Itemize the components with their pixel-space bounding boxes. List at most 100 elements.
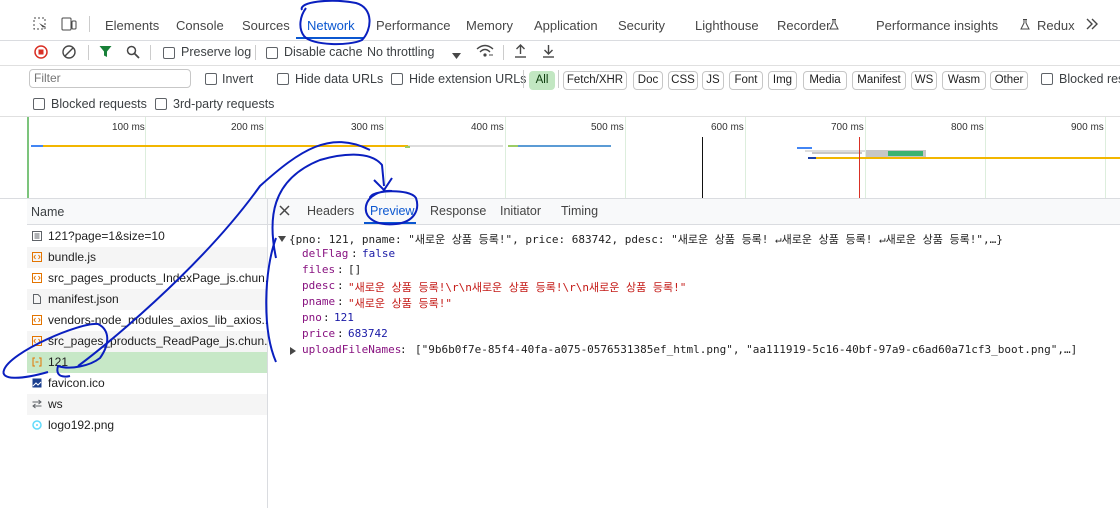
- import-har-icon[interactable]: [514, 44, 527, 58]
- type-filter-css[interactable]: CSS: [668, 71, 698, 90]
- filter-icon[interactable]: [99, 45, 112, 58]
- tab-memory[interactable]: Memory: [466, 18, 513, 33]
- collapsed-triangle-icon[interactable]: [290, 345, 296, 355]
- tab-network[interactable]: Network: [307, 18, 355, 33]
- request-row[interactable]: favicon.ico: [27, 373, 267, 394]
- type-filter-fetch-xhr[interactable]: Fetch/XHR: [563, 71, 627, 90]
- file-icon: [32, 294, 42, 304]
- toolbar-separator: [150, 45, 151, 60]
- filter-input[interactable]: Filter: [29, 69, 191, 88]
- json-key[interactable]: uploadFileNames: [302, 343, 401, 356]
- tab-redux[interactable]: Redux: [1037, 18, 1075, 33]
- timeline-request-bar: [518, 145, 611, 147]
- throttling-select[interactable]: No throttling: [367, 45, 434, 59]
- timeline-request-bar: [408, 145, 503, 147]
- type-filter-all[interactable]: All: [529, 71, 555, 90]
- json-key: pname: [302, 295, 336, 308]
- request-row[interactable]: vendors-node_modules_axios_lib_axios...: [27, 310, 267, 331]
- request-name: 121: [48, 355, 69, 369]
- script-icon: [32, 273, 42, 283]
- timeline-gridline: [745, 117, 746, 198]
- inspect-element-icon[interactable]: [33, 17, 47, 31]
- toolbar-separator: [503, 45, 504, 60]
- tab-headers[interactable]: Headers: [307, 204, 354, 218]
- request-name: manifest.json: [48, 292, 119, 306]
- hide-data-urls-checkbox[interactable]: [277, 73, 289, 85]
- tab-performance[interactable]: Performance: [376, 18, 450, 33]
- tab-performance-insights[interactable]: Performance insights: [876, 18, 998, 33]
- hide-extension-urls-checkbox[interactable]: [391, 73, 403, 85]
- tab-application[interactable]: Application: [534, 18, 598, 33]
- preserve-log-label: Preserve log: [181, 45, 252, 59]
- request-row[interactable]: ws: [27, 394, 267, 415]
- tab-separator: [89, 16, 90, 32]
- tab-recorder[interactable]: Recorder: [777, 18, 830, 33]
- tab-lighthouse[interactable]: Lighthouse: [695, 18, 759, 33]
- invert-label: Invert: [222, 72, 254, 86]
- third-party-requests-checkbox[interactable]: [155, 98, 167, 110]
- invert-checkbox[interactable]: [205, 73, 217, 85]
- tab-console[interactable]: Console: [176, 18, 224, 33]
- type-filter-js[interactable]: JS: [702, 71, 724, 90]
- timeline-request-bar: [797, 147, 812, 149]
- tab-elements[interactable]: Elements: [105, 18, 159, 33]
- disable-cache-checkbox[interactable]: [266, 47, 278, 59]
- script-icon: [32, 336, 42, 346]
- timeline-tick: 900 ms: [1071, 122, 1104, 133]
- request-name: favicon.ico: [48, 376, 105, 390]
- json-colon: :: [337, 279, 344, 292]
- tab-timing[interactable]: Timing: [561, 204, 598, 218]
- chevron-down-icon[interactable]: [452, 48, 461, 59]
- timeline-request-bar: [31, 145, 43, 147]
- expand-triangle-icon[interactable]: [278, 233, 286, 242]
- timeline-gridline: [505, 117, 506, 198]
- preserve-log-checkbox[interactable]: [163, 47, 175, 59]
- search-icon[interactable]: [126, 45, 140, 59]
- json-colon: :: [323, 311, 330, 324]
- json-key: price: [302, 327, 336, 340]
- request-row[interactable]: bundle.js: [27, 247, 267, 268]
- type-filter-other[interactable]: Other: [990, 71, 1028, 90]
- timeline-request-bar: [808, 157, 816, 159]
- tab-preview[interactable]: Preview: [370, 204, 414, 218]
- tab-response[interactable]: Response: [430, 204, 486, 218]
- timeline-gridline: [265, 117, 266, 198]
- request-row[interactable]: src_pages_products_ReadPage_js.chun...: [27, 331, 267, 352]
- json-value: "새로운 상품 등록!": [348, 297, 452, 310]
- json-key: pno: [302, 311, 322, 324]
- tab-initiator[interactable]: Initiator: [500, 204, 541, 218]
- dom-content-loaded-line: [702, 137, 703, 198]
- type-filter-manifest[interactable]: Manifest: [852, 71, 906, 90]
- type-filter-img[interactable]: Img: [768, 71, 797, 90]
- devtools-tab-bar: Elements Console Sources Network Perform…: [0, 0, 1120, 41]
- type-filter-wasm[interactable]: Wasm: [942, 71, 986, 90]
- tab-sources[interactable]: Sources: [242, 18, 290, 33]
- clear-icon[interactable]: [62, 45, 76, 59]
- export-har-icon[interactable]: [542, 44, 555, 58]
- request-row[interactable]: 121?page=1&size=10: [27, 226, 267, 247]
- tab-security[interactable]: Security: [618, 18, 665, 33]
- network-overview-timeline[interactable]: 100 ms 200 ms 300 ms 400 ms 500 ms 600 m…: [0, 117, 1120, 199]
- type-filter-font[interactable]: Font: [729, 71, 763, 90]
- request-row[interactable]: manifest.json: [27, 289, 267, 310]
- request-row[interactable]: logo192.png: [27, 415, 267, 436]
- request-name: src_pages_products_ReadPage_js.chun...: [48, 334, 267, 348]
- blocked-requests-checkbox[interactable]: [33, 98, 45, 110]
- device-toolbar-icon[interactable]: [61, 17, 77, 31]
- disable-cache-label: Disable cache: [284, 45, 363, 59]
- load-event-line: [859, 137, 860, 198]
- type-filter-ws[interactable]: WS: [911, 71, 937, 90]
- request-name: 121?page=1&size=10: [48, 229, 165, 243]
- record-stop-icon[interactable]: [34, 45, 48, 59]
- more-tabs-icon[interactable]: [1086, 18, 1098, 30]
- network-conditions-icon[interactable]: [476, 44, 494, 58]
- close-icon[interactable]: [279, 205, 290, 216]
- request-row-selected[interactable]: 121: [27, 352, 267, 373]
- name-column-header[interactable]: Name: [31, 205, 64, 219]
- type-filter-media[interactable]: Media: [803, 71, 847, 90]
- json-summary[interactable]: {pno: 121, pname: "새로운 상품 등록!", price: 6…: [289, 231, 1003, 247]
- blocked-response-cookies-checkbox[interactable]: [1041, 73, 1053, 85]
- type-filter-doc[interactable]: Doc: [633, 71, 663, 90]
- request-row[interactable]: src_pages_products_IndexPage_js.chun...: [27, 268, 267, 289]
- network-toolbar: Preserve log Disable cache No throttling: [0, 40, 1120, 66]
